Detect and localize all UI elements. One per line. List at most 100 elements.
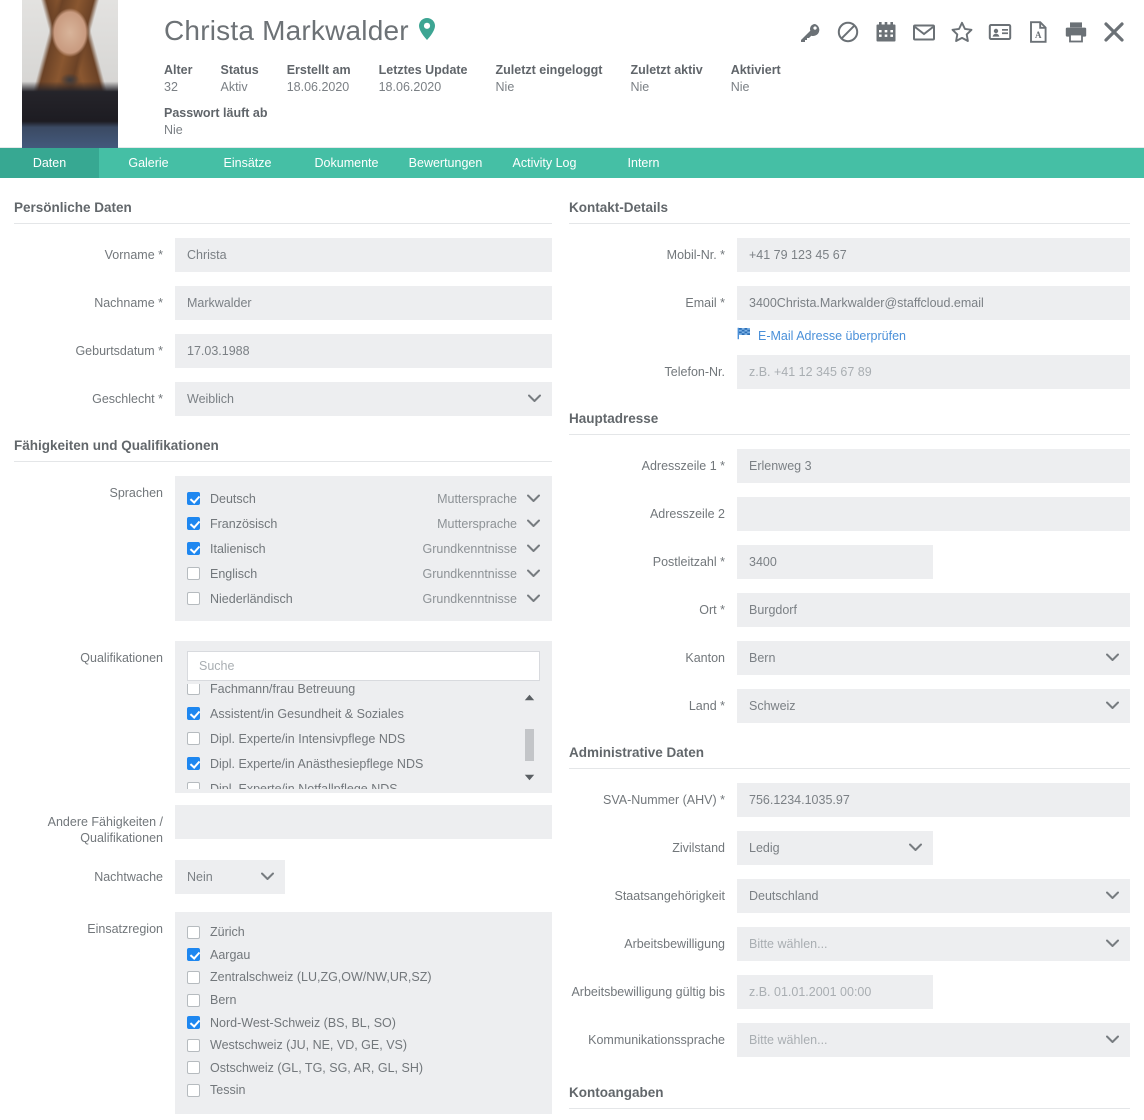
nachname-input[interactable]: Markwalder: [175, 286, 552, 320]
field-label: Ort *: [699, 603, 725, 617]
sprache-checkbox[interactable]: [187, 567, 200, 580]
calendar-icon[interactable]: [874, 20, 898, 49]
arbeitsbewilligung-select[interactable]: Bitte wählen...: [737, 927, 1130, 961]
field-telefon-nr: Telefon-Nr. z.B. +41 12 345 67 89: [569, 355, 1130, 389]
sprache-checkbox[interactable]: [187, 592, 200, 605]
staatsangehoerigkeit-select[interactable]: Deutschland: [737, 879, 1130, 913]
postleitzahl-input[interactable]: 3400: [737, 545, 933, 579]
vorname-input[interactable]: Christa: [175, 238, 552, 272]
einsatzregion-label: Ostschweiz (GL, TG, SG, AR, GL, SH): [210, 1060, 424, 1075]
geburtsdatum-input[interactable]: 17.03.1988: [175, 334, 552, 368]
verify-email-link[interactable]: E-Mail Adresse überprüfen: [737, 327, 1130, 345]
chevron-down-icon[interactable]: [527, 590, 540, 608]
einsatzregion-checkbox[interactable]: [187, 948, 200, 962]
pdf-file-icon[interactable]: A: [1026, 20, 1050, 49]
telefon-nr-input[interactable]: z.B. +41 12 345 67 89: [737, 355, 1130, 389]
field-label: Kommunikationssprache: [588, 1033, 725, 1047]
profile-header: Christa Markwalder Alter 32 Status Aktiv…: [0, 0, 1144, 148]
qualifikationen-scrollbar[interactable]: [522, 684, 536, 789]
left-column: Persönliche Daten Vorname * Christa Nach…: [14, 178, 552, 1114]
scrollbar-thumb[interactable]: [525, 729, 534, 761]
scroll-up-arrow-icon[interactable]: [524, 694, 535, 701]
printer-icon[interactable]: [1064, 20, 1088, 49]
meta-value: Nie: [164, 123, 183, 137]
qualifikation-checkbox[interactable]: [187, 782, 200, 789]
nachtwache-value: Nein: [187, 870, 213, 884]
einsatzregion-checkbox[interactable]: [187, 970, 200, 984]
avatar-photo: [22, 0, 118, 148]
field-label: Andere Fähigkeiten / Qualifikationen: [47, 815, 163, 845]
einsatzregion-checkbox[interactable]: [187, 1038, 200, 1052]
tab-dokumente[interactable]: Dokumente: [297, 148, 396, 178]
arbeitsbewilligung-gueltig-bis-input[interactable]: z.B. 01.01.2001 00:00: [737, 975, 933, 1009]
sprache-checkbox[interactable]: [187, 517, 200, 530]
sprache-level[interactable]: Grundkenntnisse: [422, 592, 517, 606]
id-card-icon[interactable]: [988, 20, 1012, 49]
einsatzregion-label: Zürich: [210, 925, 245, 940]
sprache-level[interactable]: Grundkenntnisse: [422, 567, 517, 581]
field-label: Telefon-Nr.: [664, 365, 725, 379]
zivilstand-select[interactable]: Ledig: [737, 831, 933, 865]
sprache-level[interactable]: Muttersprache: [437, 492, 517, 506]
kanton-select[interactable]: Bern: [737, 641, 1130, 675]
field-sva-nummer: SVA-Nummer (AHV) * 756.1234.1035.97: [569, 783, 1130, 817]
field-andere-faehigkeiten: Andere Fähigkeiten / Qualifikationen: [14, 805, 552, 846]
einsatzregion-checkbox[interactable]: [187, 1061, 200, 1075]
kommunikationssprache-select[interactable]: Bitte wählen...: [737, 1023, 1130, 1057]
map-pin-icon[interactable]: [417, 17, 437, 46]
scroll-down-arrow-icon[interactable]: [524, 774, 535, 781]
sprache-checkbox[interactable]: [187, 542, 200, 555]
tab-activity-log[interactable]: Activity Log: [495, 148, 594, 178]
nachtwache-select[interactable]: Nein: [175, 860, 285, 894]
field-label: Geburtsdatum *: [75, 344, 163, 358]
envelope-icon[interactable]: [912, 20, 936, 49]
sprache-label: Italienisch: [210, 541, 266, 556]
tab-bewertungen[interactable]: Bewertungen: [396, 148, 495, 178]
geschlecht-select[interactable]: Weiblich: [175, 382, 552, 416]
qualifikation-checkbox[interactable]: [187, 732, 200, 745]
email-input[interactable]: 3400Christa.Markwalder@staffcloud.email: [737, 286, 1130, 320]
sprache-level[interactable]: Muttersprache: [437, 517, 517, 531]
qualifikation-checkbox[interactable]: [187, 707, 200, 720]
qualifikation-checkbox[interactable]: [187, 757, 200, 770]
tab-galerie[interactable]: Galerie: [99, 148, 198, 178]
qualifikationen-search-input[interactable]: Suche: [187, 651, 540, 681]
chevron-down-icon: [1106, 937, 1119, 951]
field-postleitzahl: Postleitzahl * 3400: [569, 545, 1130, 579]
einsatzregion-checkbox[interactable]: [187, 1016, 200, 1030]
meta-alter: Alter 32: [164, 62, 192, 96]
close-icon[interactable]: [1102, 20, 1126, 49]
einsatzregion-checkbox[interactable]: [187, 925, 200, 939]
field-label: Land *: [688, 699, 725, 713]
field-label: Adresszeile 2: [649, 507, 725, 521]
mobil-nr-input[interactable]: +41 79 123 45 67: [737, 238, 1130, 272]
chevron-down-icon[interactable]: [527, 540, 540, 558]
qualifikation-checkbox[interactable]: [187, 684, 200, 695]
key-icon[interactable]: [798, 20, 822, 49]
tab-einsaetze[interactable]: Einsätze: [198, 148, 297, 178]
tab-intern[interactable]: Intern: [594, 148, 693, 178]
field-label: Mobil-Nr. *: [666, 248, 725, 262]
sprache-level[interactable]: Grundkenntnisse: [422, 542, 517, 556]
einsatzregion-row: Bern: [187, 989, 540, 1012]
qualifikation-row: Dipl. Experte/in Intensivpflege NDS: [187, 726, 540, 751]
star-icon[interactable]: [950, 20, 974, 49]
chevron-down-icon[interactable]: [527, 490, 540, 508]
ban-icon[interactable]: [836, 20, 860, 49]
sprache-label: Deutsch: [210, 491, 256, 506]
chevron-down-icon[interactable]: [527, 515, 540, 533]
sva-nummer-input[interactable]: 756.1234.1035.97: [737, 783, 1130, 817]
chevron-down-icon[interactable]: [527, 565, 540, 583]
form-content: Persönliche Daten Vorname * Christa Nach…: [0, 178, 1144, 1120]
einsatzregion-checkbox[interactable]: [187, 993, 200, 1007]
ort-input[interactable]: Burgdorf: [737, 593, 1130, 627]
field-label: Sprachen: [109, 486, 163, 500]
land-select[interactable]: Schweiz: [737, 689, 1130, 723]
einsatzregion-checkbox[interactable]: [187, 1083, 200, 1097]
avatar[interactable]: [22, 0, 118, 148]
adresszeile-1-input[interactable]: Erlenweg 3: [737, 449, 1130, 483]
tab-daten[interactable]: Daten: [0, 148, 99, 178]
sprache-checkbox[interactable]: [187, 492, 200, 505]
andere-faehigkeiten-input[interactable]: [175, 805, 552, 839]
adresszeile-2-input[interactable]: [737, 497, 1130, 531]
